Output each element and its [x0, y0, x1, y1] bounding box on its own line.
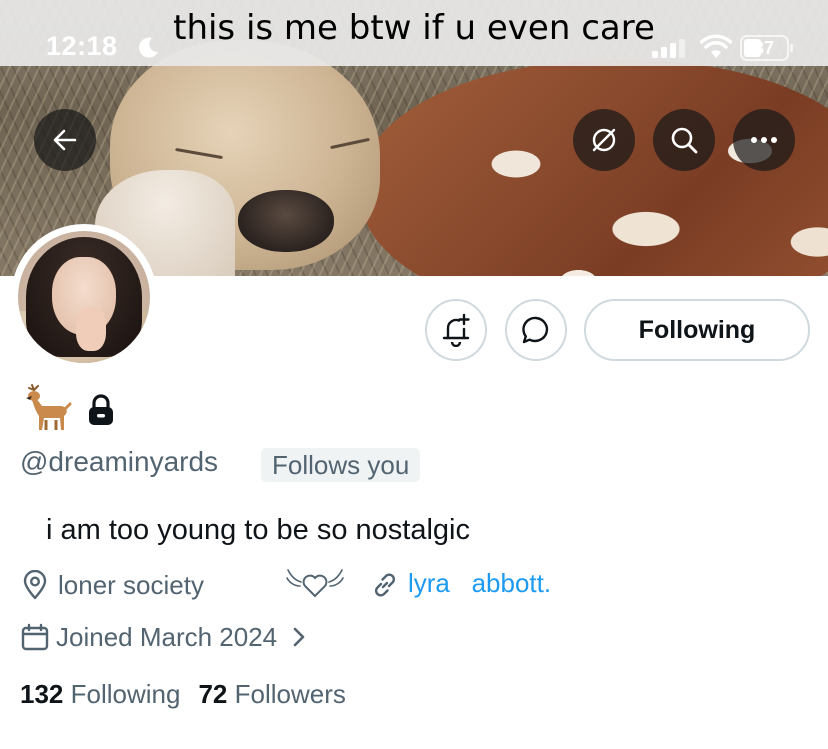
- location-text: loner society: [58, 569, 204, 600]
- following-label: Following: [70, 679, 181, 709]
- grok-button[interactable]: [573, 109, 635, 171]
- more-icon: [751, 137, 777, 143]
- joined-row[interactable]: Joined March 2024: [20, 619, 309, 655]
- joined-text: Joined March 2024: [56, 621, 278, 652]
- follow-stats: 132 Following 72 Followers: [20, 679, 346, 710]
- calendar-icon: [21, 623, 49, 651]
- lock-icon: [89, 394, 113, 425]
- followers-stat[interactable]: 72 Followers: [198, 679, 345, 709]
- search-button[interactable]: [653, 109, 715, 171]
- signal-icon: [652, 39, 685, 58]
- back-button[interactable]: [34, 109, 96, 171]
- profile-bio: i am too young to be so nostalgic: [46, 514, 470, 546]
- profile-link[interactable]: lyra abbott.: [408, 568, 551, 599]
- more-button[interactable]: [733, 109, 795, 171]
- location-row: loner society: [20, 567, 204, 603]
- following-count: 132: [20, 679, 64, 709]
- avatar-hand: [76, 307, 106, 351]
- following-button[interactable]: Following: [584, 299, 810, 361]
- search-icon: [671, 127, 698, 154]
- banner-fawn-nose: [238, 190, 334, 252]
- location-icon: [23, 570, 47, 600]
- bell-plus-icon: [442, 313, 470, 347]
- following-stat[interactable]: 132 Following: [20, 679, 180, 709]
- follows-you-badge: Follows you: [261, 448, 421, 482]
- followers-count: 72: [198, 679, 228, 709]
- message-icon: [522, 316, 549, 344]
- avatar-photo: [18, 231, 150, 363]
- arrow-left-icon: [53, 129, 77, 151]
- grok-icon: [592, 128, 616, 152]
- deer-emoji-icon: [26, 384, 72, 430]
- notify-button[interactable]: [425, 299, 487, 361]
- link-icon: [374, 573, 396, 597]
- profile-handle: @dreaminyards: [20, 446, 219, 477]
- chevron-right-icon: [293, 627, 305, 647]
- battery-level: 37: [753, 38, 775, 58]
- avatar[interactable]: [11, 224, 157, 370]
- heart-wings-icon: [286, 569, 344, 598]
- message-button[interactable]: [505, 299, 567, 361]
- followers-label: Followers: [234, 679, 346, 709]
- wifi-icon: [700, 34, 732, 58]
